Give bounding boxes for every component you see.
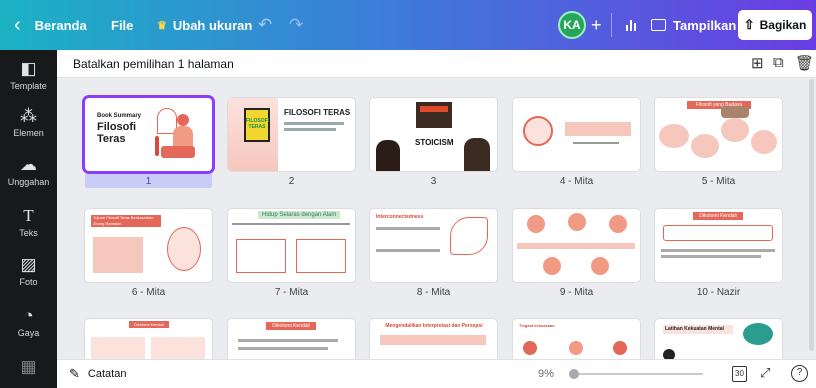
trash-icon[interactable]: 🗑 [795, 54, 814, 72]
sidebar-item-photos[interactable]: ▨ Foto [0, 255, 57, 288]
zoom-slider-track[interactable] [568, 369, 703, 379]
share-button[interactable]: ⇧ Bagikan [738, 10, 812, 40]
question-icon: ? [796, 367, 803, 378]
insights-button[interactable] [620, 13, 642, 37]
page-label-10: 10 - Nazir [696, 287, 741, 298]
help-button[interactable]: ? [791, 365, 808, 382]
page-thumbnail-7[interactable]: Hidup Selaras dengan Alam [228, 209, 355, 282]
sidebar-item-more[interactable]: ▦ [0, 358, 57, 379]
upload-share-icon: ⇧ [743, 17, 755, 32]
hands-image [721, 106, 749, 118]
fullscreen-icon[interactable]: ⤢ [760, 365, 770, 381]
page-thumbnail-12[interactable]: Dikotomi Kendali [228, 319, 355, 359]
page-label-3: 3 [430, 176, 437, 187]
present-button[interactable]: Tampilkan [651, 0, 736, 50]
vertical-scrollbar[interactable] [809, 79, 814, 351]
stressed-person-illustration [523, 116, 553, 146]
sidebar-item-uploads[interactable]: ☁ Unggahan [0, 155, 57, 188]
present-icon [651, 19, 666, 31]
sidebar-item-elements[interactable]: ⁂ Elemen [0, 106, 57, 139]
deselect-page-link[interactable]: Batalkan pemilihan 1 halaman [73, 57, 234, 71]
page-grid: Book Summary Filosofi Teras 1 FILOSOFI T… [57, 79, 816, 359]
page-thumbnail-8[interactable]: Interconnectedness [370, 209, 497, 282]
zoom-slider-thumb[interactable] [568, 369, 579, 379]
page-thumbnail-11[interactable]: Dikotomi Kendali [85, 319, 212, 359]
person-photo-left [376, 140, 400, 171]
page-thumbnail-1[interactable]: Book Summary Filosofi Teras [85, 98, 212, 171]
styles-icon: ◔ [23, 306, 34, 325]
add-collaborator-button[interactable]: + [591, 0, 602, 50]
face-illustration [591, 257, 609, 275]
plus-icon: + [591, 14, 602, 35]
resize-button[interactable]: ♛ Ubah ukuran [157, 0, 252, 50]
crown-icon: ♛ [157, 19, 167, 32]
chevron-left-icon: ‹ [14, 13, 21, 36]
bottom-bar: ✎ Catatan 9% 30 ⤢ ? [57, 359, 816, 388]
page-thumbnail-15[interactable]: Latihan Kekuatan Mental [655, 319, 782, 359]
file-menu[interactable]: File [111, 0, 133, 50]
upload-icon: ☁ [20, 155, 37, 174]
elements-icon: ⁂ [20, 106, 37, 125]
chat-bubble-illustration [743, 323, 773, 345]
page-thumbnail-14[interactable]: Tingkat kekuasaan [513, 319, 640, 359]
selection-toolbar: Batalkan pemilihan 1 halaman ⊞ ⧉ 🗑 [57, 50, 816, 78]
page-thumbnail-13[interactable]: Mengendalikan Interpretasi dan Persepsi [370, 319, 497, 359]
avatar[interactable]: KA [558, 11, 586, 39]
page-thumbnail-4[interactable] [513, 98, 640, 171]
illustration-woman-reading [153, 106, 203, 164]
page-thumbnail-5[interactable]: Filosofi yang Budaya [655, 98, 782, 171]
divider [611, 13, 612, 37]
butterfly-illustration [450, 217, 488, 255]
text-icon: T [23, 206, 34, 225]
back-label: Beranda [34, 17, 87, 33]
jumping-kid-illustration [167, 227, 201, 271]
top-bar: ‹ Beranda File ♛ Ubah ukuran ↶ ↷ KA + Ta… [0, 0, 816, 50]
pencil-notes-icon: ✎ [69, 366, 80, 381]
template-icon: ◧ [20, 59, 37, 78]
more-apps-icon: ▦ [20, 357, 37, 376]
face-illustration [568, 213, 586, 231]
add-page-icon[interactable]: ⊞ [751, 54, 764, 72]
face-illustration [527, 215, 545, 233]
duplicate-page-icon[interactable]: ⧉ [773, 54, 784, 71]
page-label-8: 8 - Mita [416, 287, 451, 298]
redo-button[interactable]: ↷ [289, 0, 303, 50]
notes-button[interactable]: ✎ Catatan [69, 366, 126, 382]
page-thumbnail-9[interactable] [513, 209, 640, 282]
page-thumbnail-6[interactable]: Tujuan Filosofi Teras Berdasarkan Zhong … [85, 209, 212, 282]
redo-icon: ↷ [289, 15, 304, 34]
undo-icon: ↶ [258, 15, 273, 34]
book-photo [416, 102, 452, 128]
undo-button[interactable]: ↶ [258, 0, 272, 50]
bar-chart-icon [626, 20, 636, 31]
photo-icon: ▨ [20, 255, 37, 274]
page-thumbnail-10[interactable]: Dikotomi Kendali [655, 209, 782, 282]
page-thumbnail-3[interactable]: STOICISM [370, 98, 497, 171]
page-label-2: 2 [288, 176, 295, 187]
page-label-4: 4 - Mita [559, 176, 594, 187]
page-thumbnail-2[interactable]: FILOSOFI TERAS FILOSOFI TERAS [228, 98, 355, 171]
page-label-5: 5 - Mita [701, 176, 736, 187]
sidebar-item-text[interactable]: T Teks [0, 206, 57, 239]
page-label-7: 7 - Mita [274, 287, 309, 298]
face-illustration [609, 215, 627, 233]
face-illustration [543, 257, 561, 275]
zoom-percent: 9% [538, 368, 554, 380]
sidebar-item-template[interactable]: ◧ Template [0, 59, 57, 92]
book-cover-image: FILOSOFI TERAS [244, 108, 270, 142]
sidebar-item-styles[interactable]: ◔ Gaya [0, 306, 57, 339]
sidebar: ◧ Template ⁂ Elemen ☁ Unggahan T Teks ▨ … [0, 50, 57, 388]
page-label-6: 6 - Mita [131, 287, 166, 298]
person-photo-right [464, 138, 490, 171]
page-count-button[interactable]: 30 [732, 366, 747, 382]
back-button[interactable]: ‹ Beranda [14, 0, 87, 50]
page-label-1: 1 [145, 176, 152, 187]
page-label-9: 9 - Mita [559, 287, 594, 298]
